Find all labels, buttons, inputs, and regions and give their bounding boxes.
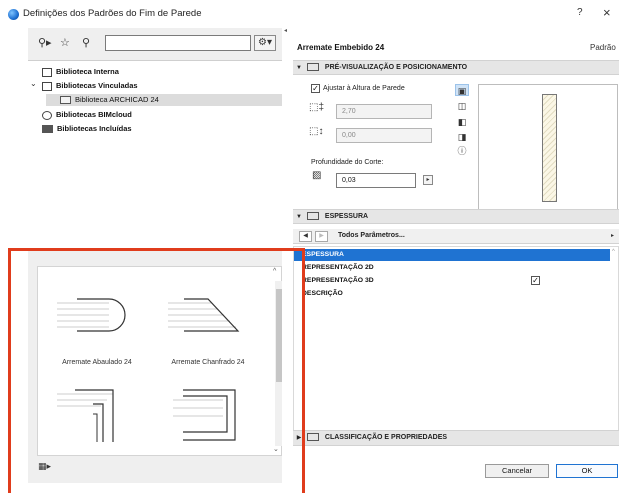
settings-panel: Arremate Embebido 24 Padrão ▼ PRÉ-VISUAL… — [288, 28, 622, 493]
plan-view-icon[interactable]: ▣ — [455, 84, 469, 96]
tree-item-archicad-library[interactable]: Biblioteca ARCHICAD 24 — [46, 94, 282, 106]
object-tree-icon[interactable]: ⚲▸ — [38, 36, 52, 49]
3d-representation-checkbox[interactable]: ✓ — [531, 276, 540, 285]
ok-button[interactable]: OK — [556, 464, 618, 478]
search-input[interactable] — [105, 35, 251, 51]
thumbnail-stepped[interactable] — [57, 384, 137, 444]
tree-item-label: Bibliotecas BIMcloud — [56, 110, 132, 119]
gallery-scrollbar[interactable] — [275, 281, 282, 446]
elevation-view-icon[interactable]: ◨ — [455, 131, 469, 143]
fit-wall-height-label: Ajustar à Altura de Parede — [323, 85, 405, 92]
nav-forward-button[interactable]: ▶ — [315, 231, 328, 242]
close-button[interactable]: × — [603, 5, 611, 20]
scrollbar-thumb[interactable] — [276, 289, 282, 382]
tree-item-label: Bibliotecas Incluídas — [57, 124, 132, 133]
thumbnail-rounded[interactable] — [57, 295, 137, 335]
all-parameters-label[interactable]: Todos Parâmetros... — [338, 232, 405, 239]
thumbnail-label: Arremate Chanfrado 24 — [171, 359, 245, 366]
folder-icon — [60, 96, 71, 104]
scroll-up-arrow[interactable]: ^ — [612, 249, 615, 255]
section-title: ESPESSURA — [324, 213, 369, 220]
section-title: PRÉ-VISUALIZAÇÃO E POSICIONAMENTO — [324, 64, 468, 71]
parameter-list: ESPESSURA REPRESENTAÇÃO 2D REPRESENTAÇÃO… — [293, 246, 619, 442]
section-view-icon[interactable]: ◫ — [455, 100, 469, 112]
object-gallery: Arremate Abaulado 24 Arremate Chanfrado … — [37, 266, 282, 456]
bottom-offset-icon: ⬚↕ — [309, 126, 324, 137]
cut-depth-icon: ▨ — [312, 170, 322, 181]
library-toolbar: ⚲▸ ☆ ⚲ ⚙▾ — [28, 28, 282, 58]
info-icon[interactable]: ⓘ — [455, 145, 469, 157]
folder-icon — [42, 125, 53, 133]
expand-arrow-icon: ▶ — [296, 435, 302, 441]
thumbnail-chamfered[interactable] — [168, 295, 248, 335]
tree-item-label: Bibliotecas Vinculadas — [56, 81, 138, 90]
nav-back-button[interactable]: ◀ — [299, 231, 312, 242]
thickness-section-header[interactable]: ▼ ESPESSURA — [293, 209, 619, 224]
fit-wall-height-checkbox[interactable]: ✓ — [311, 84, 320, 93]
help-button[interactable]: ? — [577, 7, 583, 18]
library-icon — [42, 67, 52, 77]
tree-item-linked-libraries[interactable]: Bibliotecas Vinculadas — [42, 80, 272, 92]
section-title: CLASSIFICAÇÃO E PROPRIEDADES — [324, 434, 448, 441]
height-field[interactable]: 2,70 — [336, 104, 432, 119]
title-bar: Definições dos Padrões do Fim de Parede … — [0, 0, 622, 28]
object-name: Arremate Embebido 24 — [297, 43, 385, 52]
thumbnail-label: Arremate Abaulado 24 — [62, 359, 132, 366]
cancel-button[interactable]: Cancelar — [485, 464, 549, 478]
preview-section-header[interactable]: ▼ PRÉ-VISUALIZAÇÃO E POSICIONAMENTO — [293, 60, 619, 75]
cut-depth-stepper[interactable]: ▸ — [423, 175, 433, 185]
collapse-arrow-icon: ▼ — [296, 65, 302, 71]
classification-icon — [306, 433, 319, 442]
tree-item-label: Biblioteca Interna — [56, 67, 119, 76]
library-tree: Biblioteca Interna ⌄ Bibliotecas Vincula… — [28, 60, 282, 250]
collapse-arrow-icon: ▼ — [296, 214, 302, 220]
param-row-thickness[interactable]: ESPESSURA — [294, 249, 610, 261]
search-icon[interactable]: ⚲ — [82, 36, 90, 49]
chevron-down-icon[interactable]: ⌄ — [30, 79, 37, 88]
preview-section-icon — [306, 63, 319, 72]
thumbnail-boxed[interactable] — [173, 384, 253, 444]
tree-item-label: Biblioteca ARCHICAD 24 — [75, 95, 159, 104]
star-icon[interactable]: ☆ — [60, 36, 70, 49]
cut-depth-label: Profundidade do Corte: — [311, 159, 384, 166]
param-row-2d-representation[interactable]: REPRESENTAÇÃO 2D — [294, 262, 610, 274]
classification-section-header[interactable]: ▶ CLASSIFICAÇÃO E PROPRIEDADES — [293, 430, 619, 446]
tree-item-bimcloud-libraries[interactable]: Bibliotecas BIMcloud — [42, 109, 272, 121]
default-label: Padrão — [590, 43, 616, 52]
thickness-section-icon — [306, 212, 319, 221]
cut-depth-field[interactable]: 0,03 — [336, 173, 416, 188]
scroll-up-arrow[interactable]: ^ — [273, 268, 276, 275]
settings-gear-button[interactable]: ⚙▾ — [254, 35, 276, 51]
tree-item-internal-library[interactable]: Biblioteca Interna — [42, 66, 272, 78]
window-title: Definições dos Padrões do Fim de Parede — [23, 8, 202, 19]
parameter-navigator: ◀ ▶ Todos Parâmetros... ▸ — [293, 229, 619, 244]
tree-item-included-libraries[interactable]: Bibliotecas Incluídas — [42, 123, 272, 135]
nav-dropdown-arrow[interactable]: ▸ — [611, 232, 614, 239]
panel-collapse-arrow[interactable]: ◂ — [284, 27, 287, 34]
param-row-3d-representation[interactable]: REPRESENTAÇÃO 3D — [294, 275, 610, 287]
wall-end-preview — [542, 94, 557, 202]
scroll-down-arrow[interactable]: ⌄ — [273, 445, 279, 453]
3d-view-icon[interactable]: ◧ — [455, 116, 469, 128]
height-offset-icon: ⬚‡ — [309, 102, 325, 113]
archicad-app-icon — [8, 9, 19, 20]
bottom-offset-field[interactable]: 0,00 — [336, 128, 432, 143]
library-panel: ⚲▸ ☆ ⚲ ⚙▾ Biblioteca Interna ⌄ Bibliotec… — [28, 28, 282, 483]
bimcloud-icon — [42, 110, 52, 120]
library-icon — [42, 81, 52, 91]
library-manager-icon[interactable]: ▦▸ — [38, 461, 56, 473]
preview-window — [478, 84, 618, 210]
param-row-description[interactable]: DESCRIÇÃO — [294, 288, 610, 300]
